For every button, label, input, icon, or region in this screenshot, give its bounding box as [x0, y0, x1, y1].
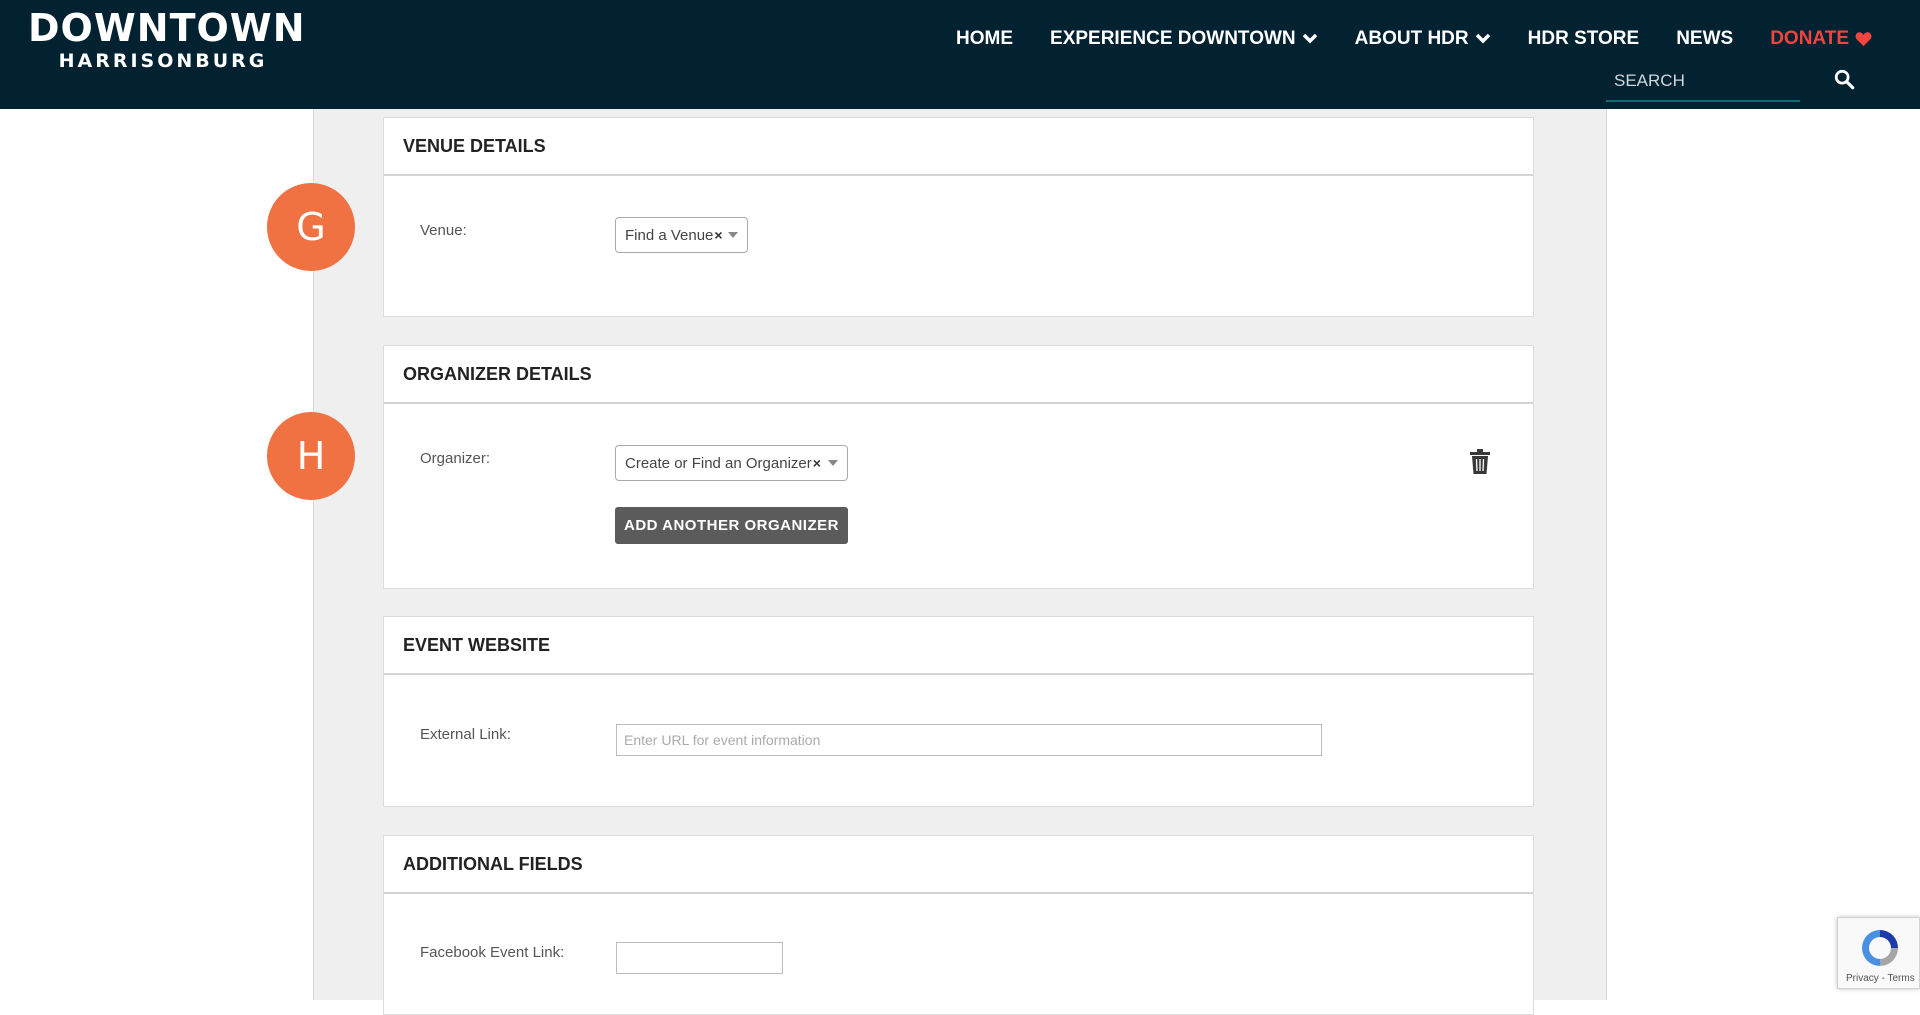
nav-news-label: NEWS	[1676, 28, 1734, 49]
nav-news[interactable]: NEWS	[1676, 28, 1733, 50]
logo-subtitle: HARRISONBURG	[58, 50, 268, 72]
step-badge-g: G	[267, 183, 355, 271]
organizer-label: Organizer:	[420, 450, 491, 467]
step-badge-h: H	[267, 412, 355, 500]
trash-icon[interactable]	[1469, 449, 1491, 475]
chevron-down-icon	[1475, 33, 1490, 44]
clear-icon[interactable]: ×	[813, 455, 821, 471]
caret-down-icon	[828, 460, 838, 466]
nav-donate[interactable]: DONATE	[1770, 28, 1872, 50]
search-input[interactable]	[1606, 64, 1800, 98]
section-title: ORGANIZER DETAILS	[384, 346, 1533, 404]
recaptcha-badge[interactable]: Privacy - Terms	[1837, 917, 1920, 989]
recaptcha-icon	[1862, 930, 1898, 966]
nav-about-hdr[interactable]: ABOUT HDR	[1355, 28, 1491, 50]
recaptcha-terms[interactable]: Privacy - Terms	[1846, 973, 1915, 984]
organizer-select[interactable]: Create or Find an Organizer ×	[615, 445, 848, 481]
additional-fields-section: ADDITIONAL FIELDS Facebook Event Link:	[383, 835, 1534, 1015]
nav-donate-label: DONATE	[1770, 28, 1849, 49]
nav-experience-downtown-label: EXPERIENCE DOWNTOWN	[1050, 28, 1296, 49]
nav-home-label: HOME	[956, 28, 1014, 49]
section-title: EVENT WEBSITE	[384, 617, 1533, 675]
nav-about-hdr-label: ABOUT HDR	[1354, 28, 1469, 49]
logo-title: DOWNTOWN	[28, 6, 306, 50]
nav-home[interactable]: HOME	[956, 28, 1013, 50]
clear-icon[interactable]: ×	[714, 227, 722, 243]
facebook-event-link-label: Facebook Event Link:	[420, 944, 565, 961]
add-another-organizer-button[interactable]: ADD ANOTHER ORGANIZER	[615, 507, 848, 544]
site-header: DOWNTOWN HARRISONBURG HOME EXPERIENCE DO…	[0, 0, 1920, 109]
main-nav: HOME EXPERIENCE DOWNTOWN ABOUT HDR HDR S…	[956, 28, 1872, 50]
search-field	[1606, 64, 1800, 102]
facebook-event-link-input[interactable]	[616, 942, 783, 974]
section-title: VENUE DETAILS	[384, 118, 1533, 176]
nav-hdr-store-label: HDR STORE	[1527, 28, 1640, 49]
venue-select[interactable]: Find a Venue ×	[615, 217, 748, 253]
venue-select-value: Find a Venue	[625, 226, 714, 244]
caret-down-icon	[728, 232, 738, 238]
chevron-down-icon	[1302, 33, 1317, 44]
event-website-section: EVENT WEBSITE External Link:	[383, 616, 1534, 807]
external-link-input[interactable]	[616, 724, 1322, 756]
organizer-details-section: ORGANIZER DETAILS Organizer: Create or F…	[383, 345, 1534, 589]
site-logo[interactable]: DOWNTOWN HARRISONBURG	[28, 6, 306, 72]
nav-hdr-store[interactable]: HDR STORE	[1528, 28, 1640, 50]
search-icon[interactable]	[1833, 68, 1855, 90]
nav-experience-downtown[interactable]: EXPERIENCE DOWNTOWN	[1050, 28, 1318, 50]
external-link-label: External Link:	[420, 726, 511, 743]
heart-icon	[1855, 32, 1872, 47]
section-title: ADDITIONAL FIELDS	[384, 836, 1533, 894]
organizer-select-value: Create or Find an Organizer	[625, 454, 812, 472]
venue-label: Venue:	[420, 222, 467, 239]
venue-details-section: VENUE DETAILS Venue: Find a Venue ×	[383, 117, 1534, 317]
